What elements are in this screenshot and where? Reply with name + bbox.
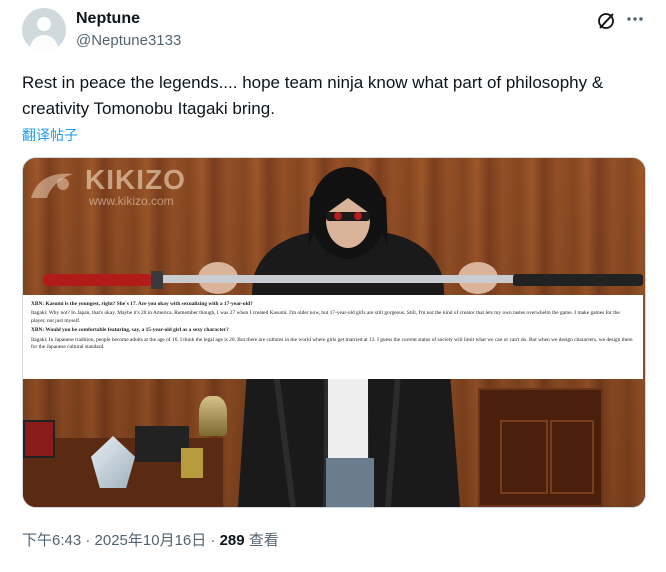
trophy-plaque xyxy=(23,420,55,458)
tweet: Neptune @Neptune3133 Rest in peace the l… xyxy=(0,0,666,572)
views-label: 查看 xyxy=(244,532,279,549)
avatar[interactable] xyxy=(22,8,66,52)
avatar-body-shape xyxy=(30,35,58,52)
author-name[interactable]: Neptune xyxy=(76,10,140,28)
tweet-media-image[interactable]: KIKIZO www.kikizo.com XBN: Kasumi is the… xyxy=(22,157,646,508)
avatar-head-shape xyxy=(37,17,51,31)
views-count: 289 xyxy=(219,532,245,549)
interview-question-1: XBN: Kasumi is the youngest, right? She'… xyxy=(31,301,253,307)
katana-sword xyxy=(43,271,643,289)
watermark-url: www.kikizo.com xyxy=(89,194,174,208)
interview-question-2: XBN: Would you be comfortable featuring,… xyxy=(31,327,229,334)
tweet-timestamp[interactable]: 下午6:43 · 2025年10月16日 · 289 查看 xyxy=(22,529,279,550)
author-handle[interactable]: @Neptune3133 xyxy=(76,32,181,49)
translate-post-link[interactable]: 翻译帖子 xyxy=(22,125,78,145)
kikizo-logo-icon xyxy=(31,173,73,198)
interview-text-overlay: XBN: Kasumi is the youngest, right? She'… xyxy=(23,295,643,379)
grok-icon[interactable] xyxy=(596,11,616,31)
tweet-text: Rest in peace the legends.... hope team … xyxy=(22,73,604,118)
cabinet-panel xyxy=(500,420,548,494)
interview-answer-2: Itagaki: In Japanese tradition, people b… xyxy=(31,336,633,351)
more-icon[interactable] xyxy=(624,8,646,30)
interview-answer-1: Itagaki: Why not? In Japan, that's okay.… xyxy=(31,310,620,324)
watermark-text: KIKIZO xyxy=(85,164,186,195)
cabinet-panel xyxy=(550,420,594,494)
timestamp-text: 下午6:43 · 2025年10月16日 · xyxy=(22,532,220,549)
